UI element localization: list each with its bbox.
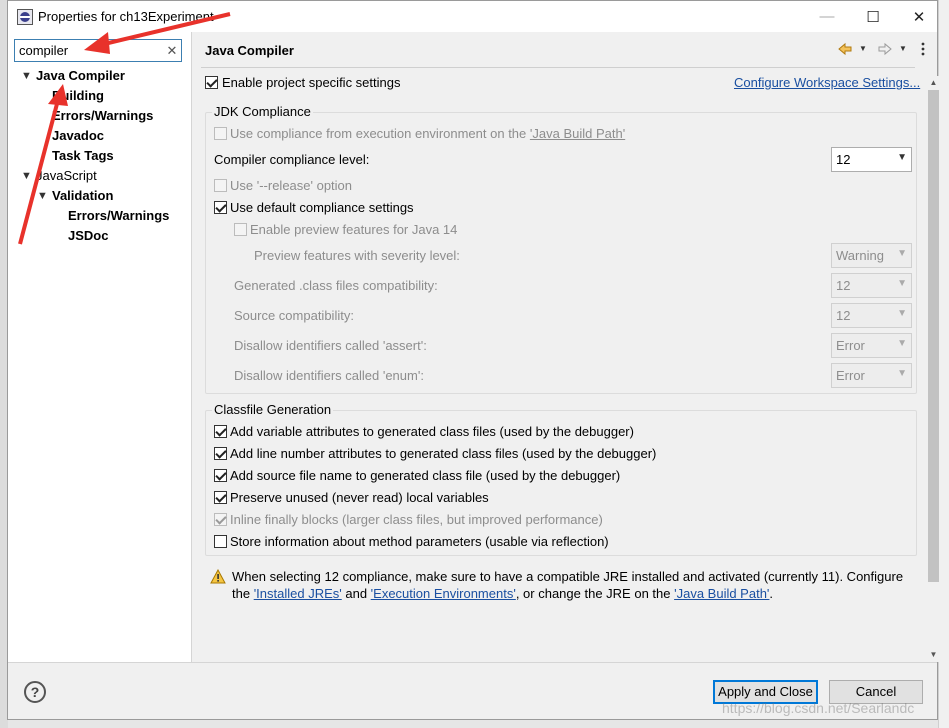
warning-icon (210, 569, 226, 584)
forward-dropdown-icon[interactable]: ▼ (899, 44, 907, 53)
clear-filter-icon[interactable]: ✕ (165, 42, 179, 59)
vertical-scrollbar[interactable]: ▲ ▼ (926, 76, 941, 662)
preview-severity-label: Preview features with severity level: (254, 248, 460, 263)
line-number-checkbox[interactable] (214, 447, 227, 460)
maximize-button[interactable]: ☐ (850, 1, 896, 32)
tree-item-java-compiler[interactable]: Java Compiler (36, 68, 125, 83)
compliance-level-value: 12 (836, 152, 851, 167)
preserve-unused-checkbox[interactable] (214, 491, 227, 504)
tree-item-js-errors-warnings[interactable]: Errors/Warnings (68, 208, 169, 223)
back-arrow-icon[interactable] (837, 41, 853, 57)
variable-attributes-checkbox[interactable] (214, 425, 227, 438)
warning-text-end: . (769, 586, 774, 601)
chevron-down-icon: ▼ (897, 248, 907, 259)
use-env-compliance-checkbox[interactable] (214, 127, 227, 140)
compliance-level-label: Compiler compliance level: (214, 152, 370, 167)
chevron-down-icon: ▼ (897, 152, 907, 163)
compliance-level-select[interactable]: 12 ▼ (831, 147, 912, 172)
view-menu-icon[interactable] (915, 41, 931, 57)
execution-environments-link[interactable]: 'Execution Environments' (371, 586, 516, 601)
source-compat-label: Source compatibility: (234, 308, 354, 323)
enable-project-settings-checkbox[interactable] (205, 76, 218, 89)
class-compat-label: Generated .class files compatibility: (234, 278, 438, 293)
scroll-up-icon[interactable]: ▲ (926, 76, 941, 90)
preview-severity-select[interactable]: Warning ▼ (831, 243, 912, 268)
enable-preview-label: Enable preview features for Java 14 (250, 222, 458, 237)
eclipse-app-icon (17, 9, 33, 25)
preference-tree-pane: ✕ ▼ Java Compiler Building Errors/Warnin… (8, 32, 192, 662)
warning-text-mid: , or change the JRE on the (515, 586, 675, 601)
close-button[interactable]: ✕ (896, 1, 942, 32)
chevron-down-icon: ▼ (897, 368, 907, 379)
disallow-assert-label: Disallow identifiers called 'assert': (234, 338, 427, 353)
watermark: https://blog.csdn.net/Searlandc (722, 700, 915, 716)
release-option-label: Use '--release' option (230, 178, 353, 193)
chevron-down-icon[interactable]: ▼ (21, 70, 32, 82)
disallow-assert-select[interactable]: Error ▼ (831, 333, 912, 358)
chevron-down-icon[interactable]: ▼ (37, 190, 48, 202)
method-parameters-label: Store information about method parameter… (230, 534, 609, 549)
source-compat-value: 12 (836, 308, 851, 323)
preview-severity-value: Warning (836, 248, 884, 263)
window-title: Properties for ch13Experiment (38, 9, 214, 24)
help-icon[interactable]: ? (24, 681, 46, 703)
page-title: Java Compiler (205, 43, 294, 58)
warning-line-1: When selecting 12 compliance, make sure … (232, 569, 904, 584)
use-default-compliance-checkbox[interactable] (214, 201, 227, 214)
configure-workspace-link[interactable]: Configure Workspace Settings... (734, 75, 920, 90)
warning-text-and: and (341, 586, 371, 601)
installed-jres-link[interactable]: 'Installed JREs' (254, 586, 342, 601)
source-file-name-label: Add source file name to generated class … (230, 468, 621, 483)
method-parameters-checkbox[interactable] (214, 535, 227, 548)
properties-dialog: Properties for ch13Experiment — ☐ ✕ ✕ ▼ … (7, 0, 941, 720)
class-compat-value: 12 (836, 278, 851, 293)
disallow-enum-label: Disallow identifiers called 'enum': (234, 368, 424, 383)
forward-arrow-icon[interactable] (877, 41, 893, 57)
chevron-down-icon: ▼ (897, 278, 907, 289)
release-option-checkbox[interactable] (214, 179, 227, 192)
tree-item-javadoc[interactable]: Javadoc (52, 128, 104, 143)
warning-line-2: the 'Installed JREs' and 'Execution Envi… (232, 586, 773, 601)
chevron-down-icon: ▼ (897, 338, 907, 349)
tree-item-task-tags[interactable]: Task Tags (52, 148, 114, 163)
tree-item-jsdoc[interactable]: JSDoc (68, 228, 108, 243)
use-default-compliance-label: Use default compliance settings (230, 200, 414, 215)
source-file-name-checkbox[interactable] (214, 469, 227, 482)
enable-preview-checkbox[interactable] (234, 223, 247, 236)
footer-divider (8, 662, 937, 663)
class-compat-select[interactable]: 12 ▼ (831, 273, 912, 298)
warning-text-the: the (232, 586, 254, 601)
disallow-enum-select[interactable]: Error ▼ (831, 363, 912, 388)
java-build-path-link-2[interactable]: 'Java Build Path' (674, 586, 769, 601)
use-env-compliance-text: Use compliance from execution environmen… (230, 126, 530, 141)
header-divider (201, 67, 915, 68)
inline-finally-label: Inline finally blocks (larger class file… (230, 512, 603, 527)
tree-item-errors-warnings[interactable]: Errors/Warnings (52, 108, 153, 123)
tree-item-building[interactable]: Building (52, 88, 104, 103)
filter-field[interactable]: ✕ (14, 39, 182, 62)
preference-page: Java Compiler ▼ ▼ Enable project specifi… (193, 32, 941, 662)
disallow-assert-value: Error (836, 338, 865, 353)
inline-finally-checkbox[interactable] (214, 513, 227, 526)
tree-item-validation[interactable]: Validation (52, 188, 113, 203)
minimize-button[interactable]: — (804, 1, 850, 32)
jdk-compliance-title: JDK Compliance (212, 104, 313, 119)
back-dropdown-icon[interactable]: ▼ (859, 44, 867, 53)
title-bar[interactable]: Properties for ch13Experiment — ☐ ✕ (8, 1, 937, 32)
line-number-label: Add line number attributes to generated … (230, 446, 657, 461)
scrollbar-thumb[interactable] (928, 90, 939, 582)
java-build-path-link[interactable]: 'Java Build Path' (530, 126, 625, 141)
chevron-down-icon: ▼ (897, 308, 907, 319)
preserve-unused-label: Preserve unused (never read) local varia… (230, 490, 489, 505)
chevron-down-icon[interactable]: ▼ (21, 170, 32, 182)
classfile-generation-title: Classfile Generation (212, 402, 334, 417)
source-compat-select[interactable]: 12 ▼ (831, 303, 912, 328)
variable-attributes-label: Add variable attributes to generated cla… (230, 424, 634, 439)
use-env-compliance-label: Use compliance from execution environmen… (230, 126, 625, 141)
disallow-enum-value: Error (836, 368, 865, 383)
tree-item-javascript[interactable]: JavaScript (36, 168, 97, 183)
filter-input[interactable] (19, 42, 159, 59)
enable-project-settings-label: Enable project specific settings (222, 75, 401, 90)
scroll-down-icon[interactable]: ▼ (926, 648, 941, 662)
